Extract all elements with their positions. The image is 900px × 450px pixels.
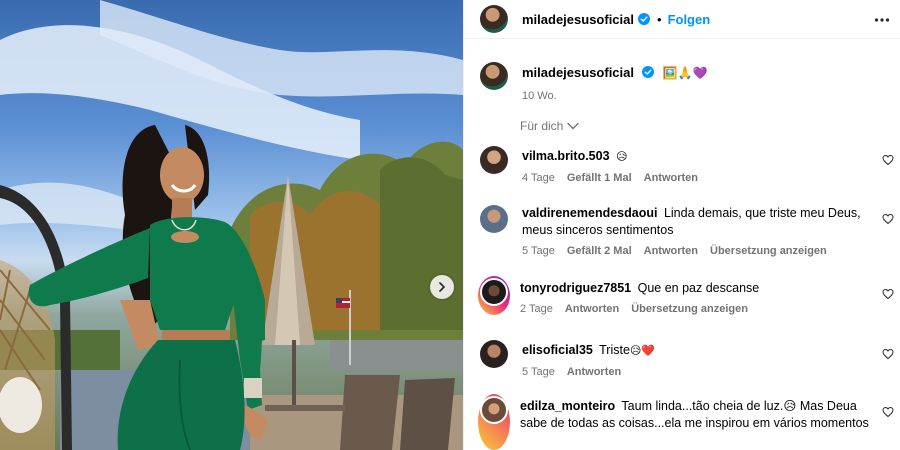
comment-sort-dropdown[interactable]: Für dich xyxy=(520,119,580,133)
comment-meta: 5 Tage Gefällt 2 Mal Antworten Übersetzu… xyxy=(522,245,872,257)
heart-outline-icon[interactable] xyxy=(882,406,894,418)
caption-avatar[interactable] xyxy=(480,62,508,90)
commenter-username[interactable]: vilma.brito.503 xyxy=(522,149,610,163)
post-photo[interactable] xyxy=(0,0,463,450)
heart-outline-icon[interactable] xyxy=(882,348,894,360)
comment-likes[interactable]: Gefällt 2 Mal xyxy=(567,245,632,257)
author-username[interactable]: miladejesusoficial xyxy=(522,12,634,27)
comment-meta: 2 Tage Antworten Übersetzung anzeigen xyxy=(520,303,870,315)
story-ring[interactable] xyxy=(478,394,510,450)
reply-button[interactable]: Antworten xyxy=(644,172,698,184)
comment-emoji: 😥❤️ xyxy=(629,345,656,357)
author-avatar[interactable] xyxy=(480,5,508,33)
comment-meta: 4 Tage Gefällt 1 Mal Antworten xyxy=(522,172,872,184)
commenter-username[interactable]: tonyrodriguez7851 xyxy=(520,281,631,295)
commenter-avatar[interactable] xyxy=(480,340,508,368)
commenter-avatar xyxy=(480,278,508,306)
show-translation-button[interactable]: Übersetzung anzeigen xyxy=(710,245,827,257)
commenter-username[interactable]: edilza_monteiro xyxy=(520,399,615,413)
comment-item: vilma.brito.503 😥 4 Tage Gefällt 1 Mal A… xyxy=(480,146,900,184)
heart-outline-icon[interactable] xyxy=(882,213,894,225)
commenter-username[interactable]: elisoficial35 xyxy=(522,343,593,357)
comment-time[interactable]: 5 Tage xyxy=(522,366,555,378)
comment-text: Que en paz descanse xyxy=(637,281,760,295)
heart-outline-icon[interactable] xyxy=(882,154,894,166)
commenter-avatar[interactable] xyxy=(480,205,508,233)
commenter-avatar xyxy=(480,396,508,424)
caption-timestamp[interactable]: 10 Wo. xyxy=(522,90,708,102)
comment-sort-label: Für dich xyxy=(520,119,564,133)
photo-scene xyxy=(0,0,463,450)
commenter-username[interactable]: valdirenemendesdaoui xyxy=(522,206,657,220)
comment-time[interactable]: 4 Tage xyxy=(522,172,555,184)
comment-item: tonyrodriguez7851 Que en paz descanse 2 … xyxy=(478,276,900,315)
verified-badge-icon xyxy=(642,66,655,78)
verified-badge-icon xyxy=(638,13,650,25)
reply-button[interactable]: Antworten xyxy=(565,303,619,315)
comment-time[interactable]: 2 Tage xyxy=(520,303,553,315)
chevron-down-icon xyxy=(567,122,580,130)
comment-text: 😥 xyxy=(616,151,628,163)
comment-text: Triste xyxy=(599,343,630,357)
post-caption: miladejesusoficial 🖼️🙏💜 10 Wo. xyxy=(480,60,708,102)
post-header: miladejesusoficial • Folgen xyxy=(464,0,900,39)
show-translation-button[interactable]: Übersetzung anzeigen xyxy=(631,303,748,315)
commenter-avatar[interactable] xyxy=(480,146,508,174)
instagram-post-view: miladejesusoficial • Folgen miladejesuso… xyxy=(0,0,900,450)
more-options-icon[interactable] xyxy=(874,12,890,28)
comment-time[interactable]: 5 Tage xyxy=(522,245,555,257)
chevron-right-icon xyxy=(439,282,446,292)
next-photo-button[interactable] xyxy=(430,275,454,299)
caption-text: 🖼️🙏💜 xyxy=(662,66,708,80)
caption-username[interactable]: miladejesusoficial xyxy=(522,65,634,80)
comment-likes[interactable]: Gefällt 1 Mal xyxy=(567,172,632,184)
comment-meta: 5 Tage Antworten xyxy=(522,366,872,378)
comment-item: edilza_monteiro Taum linda...tão cheia d… xyxy=(478,394,900,450)
comment-item: elisoficial35 Triste😥❤️ 5 Tage Antworten xyxy=(480,340,900,378)
post-side-panel: miladejesusoficial • Folgen miladejesuso… xyxy=(463,0,900,450)
header-separator: • xyxy=(657,11,662,27)
reply-button[interactable]: Antworten xyxy=(644,245,698,257)
reply-button[interactable]: Antworten xyxy=(567,366,621,378)
story-ring[interactable] xyxy=(478,276,510,315)
heart-outline-icon[interactable] xyxy=(882,288,894,300)
follow-button[interactable]: Folgen xyxy=(668,12,711,27)
comment-item: valdirenemendesdaoui Linda demais, que t… xyxy=(480,205,900,257)
